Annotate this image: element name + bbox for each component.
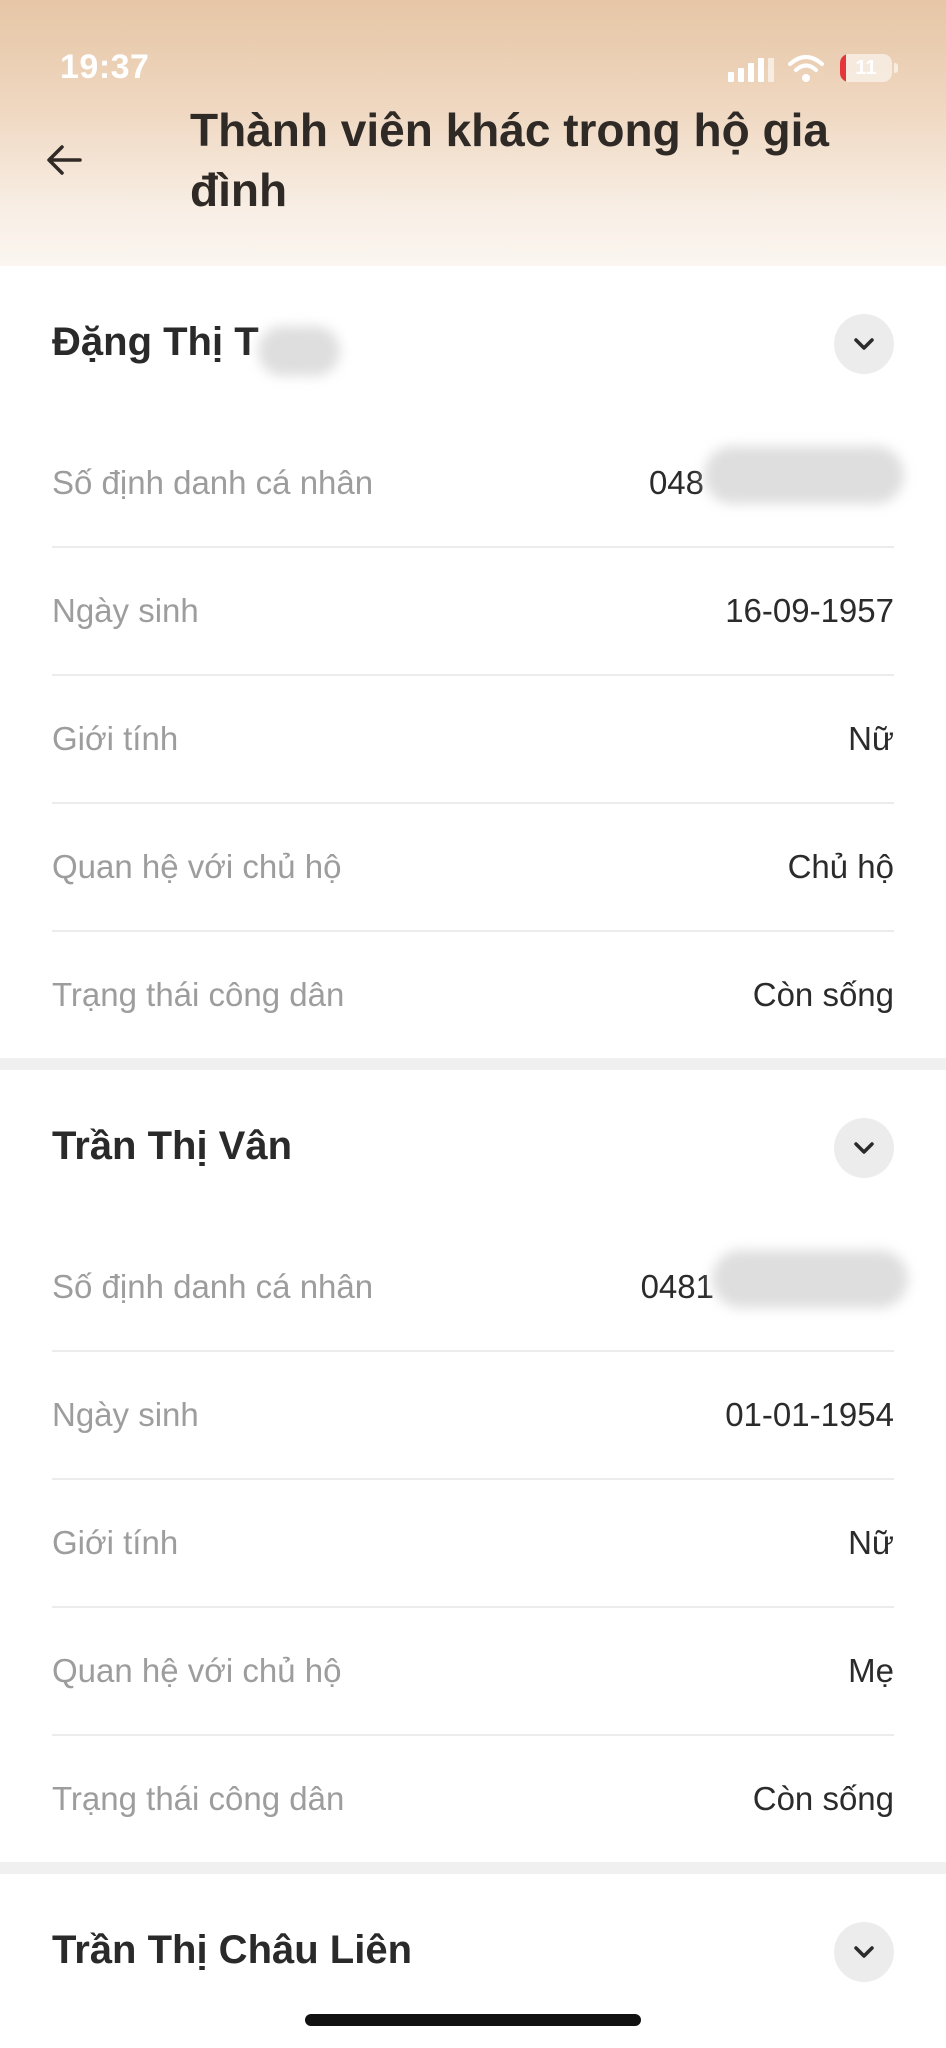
header: 19:37 11 Thành viên khác trong hộ gia đì…	[0, 0, 946, 266]
member-header[interactable]: Trần Thị Châu Liên	[0, 1874, 946, 2028]
member-name: Đặng Thị T	[52, 320, 259, 364]
row-value: Còn sống	[752, 976, 894, 1013]
info-row-relationship: Quan hệ với chủ hộ Mẹ	[52, 1608, 894, 1736]
member-card: Đặng Thị T Số định danh cá nhân 048 Ngày…	[0, 266, 946, 1070]
info-row-id-number: Số định danh cá nhân 048	[52, 420, 904, 548]
member-header[interactable]: Đặng Thị T	[0, 266, 946, 420]
row-label: Giới tính	[52, 1524, 179, 1561]
info-row-relationship: Quan hệ với chủ hộ Chủ hộ	[52, 804, 894, 932]
member-name: Trần Thị Châu Liên	[52, 1928, 413, 1972]
row-value: 048	[648, 464, 704, 501]
expand-button[interactable]	[834, 1922, 894, 1982]
expand-button[interactable]	[834, 314, 894, 374]
row-value: Nữ	[848, 1524, 894, 1561]
back-button[interactable]	[36, 130, 96, 190]
wifi-icon	[788, 55, 824, 82]
info-row-citizen-status: Trạng thái công dân Còn sống	[52, 932, 894, 1058]
info-row-birth-date: Ngày sinh 16-09-1957	[52, 548, 894, 676]
home-indicator	[305, 2014, 641, 2026]
info-row-gender: Giới tính Nữ	[52, 1480, 894, 1608]
status-icons: 11	[728, 52, 918, 88]
arrow-left-icon	[47, 145, 82, 175]
row-label: Quan hệ với chủ hộ	[52, 1652, 342, 1689]
row-label: Trạng thái công dân	[52, 1780, 345, 1817]
chevron-down-icon	[854, 1946, 874, 1958]
row-value: Nữ	[848, 720, 894, 757]
row-label: Ngày sinh	[52, 1396, 199, 1433]
battery-level: 11	[855, 57, 877, 79]
row-label: Quan hệ với chủ hộ	[52, 848, 342, 885]
row-value: 01-01-1954	[725, 1396, 894, 1433]
member-list: Đặng Thị T Số định danh cá nhân 048 Ngày…	[0, 266, 946, 2028]
row-label: Trạng thái công dân	[52, 976, 345, 1013]
member-name: Trần Thị Vân	[52, 1124, 293, 1168]
row-label: Giới tính	[52, 720, 179, 757]
redaction-blur	[704, 446, 904, 504]
row-value: Còn sống	[752, 1780, 894, 1817]
row-label: Ngày sinh	[52, 592, 199, 629]
info-row-citizen-status: Trạng thái công dân Còn sống	[52, 1736, 894, 1862]
member-header[interactable]: Trần Thị Vân	[0, 1070, 946, 1224]
status-time: 19:37	[60, 48, 150, 86]
redaction-blur	[712, 1250, 908, 1308]
row-label: Số định danh cá nhân	[52, 464, 374, 501]
redaction-blur	[258, 326, 340, 376]
info-row-gender: Giới tính Nữ	[52, 676, 894, 804]
battery-icon: 11	[840, 54, 892, 82]
row-value: 0481	[640, 1268, 714, 1305]
member-card: Trần Thị Vân Số định danh cá nhân 0481 N…	[0, 1070, 946, 1874]
row-value: 16-09-1957	[725, 592, 894, 629]
info-row-id-number: Số định danh cá nhân 0481	[52, 1224, 908, 1352]
info-row-birth-date: Ngày sinh 01-01-1954	[52, 1352, 894, 1480]
page-title: Thành viên khác trong hộ gia đình	[190, 104, 829, 216]
cellular-signal-icon	[728, 58, 774, 82]
row-label: Số định danh cá nhân	[52, 1268, 374, 1305]
member-card: Trần Thị Châu Liên	[0, 1874, 946, 2028]
row-value: Mẹ	[848, 1652, 894, 1689]
row-value: Chủ hộ	[787, 848, 894, 885]
chevron-down-icon	[854, 338, 874, 350]
chevron-down-icon	[854, 1142, 874, 1154]
expand-button[interactable]	[834, 1118, 894, 1178]
